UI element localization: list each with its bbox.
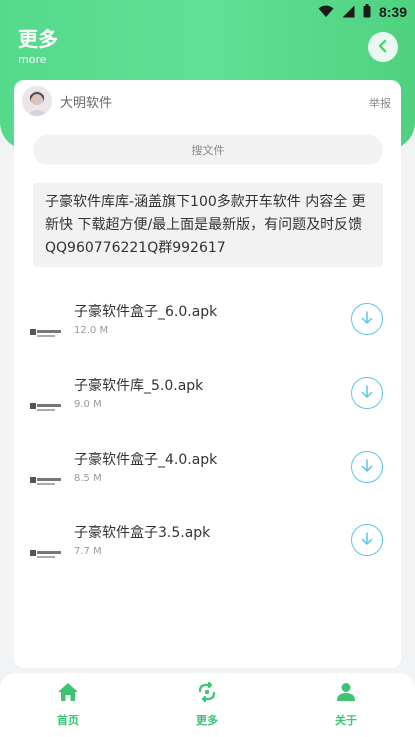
file-share-card: 大明软件 举报 搜文件 子豪软件库库-涵盖旗下100多款开车软件 内容全 更新快… [14,80,401,668]
nav-item-more[interactable]: 更多 [167,681,247,730]
header: 更多 more [18,28,58,67]
file-name: 子豪软件盒子3.5.apk [74,525,211,541]
description-text: 子豪软件库库-涵盖旗下100多款开车软件 内容全 更新快 下载超方便/最上面是最… [33,183,383,267]
report-link[interactable]: 举报 [369,95,391,111]
nav-label-home: 首页 [57,714,79,727]
download-icon [360,458,374,477]
download-icon [360,310,374,329]
file-name: 子豪软件盒子_4.0.apk [74,452,218,468]
list-item[interactable]: 子豪软件盒子_6.0.apk 12.0 M [14,302,401,362]
battery-icon [363,3,371,22]
nav-item-about[interactable]: 关于 [306,682,386,730]
apk-thumbnail [30,325,64,337]
apk-thumbnail [30,473,64,485]
download-button[interactable] [351,303,383,335]
download-icon [360,531,374,550]
user-icon [336,682,356,706]
file-size: 7.7 M [74,546,102,557]
file-size: 12.0 M [74,325,109,336]
nav-label-about: 关于 [335,714,357,727]
list-item[interactable]: 子豪软件盒子3.5.apk 7.7 M [14,523,401,583]
uploader-row: 大明软件 举报 [14,80,401,122]
download-icon [360,384,374,403]
search-placeholder: 搜文件 [191,144,225,157]
status-time: 8:39 [378,4,407,20]
nav-label-more: 更多 [196,714,218,727]
list-item[interactable]: 子豪软件盒子_4.0.apk 8.5 M [14,450,401,510]
bottom-nav: 首页 更多 关于 [0,673,415,737]
uploader-name[interactable]: 大明软件 [60,92,112,111]
file-size: 8.5 M [74,473,102,484]
chevron-left-icon [376,38,390,57]
back-button[interactable] [368,32,398,62]
file-size: 9.0 M [74,399,102,410]
search-button[interactable]: 搜文件 [33,135,383,165]
download-button[interactable] [351,524,383,556]
file-name: 子豪软件库_5.0.apk [74,378,204,394]
nav-item-home[interactable]: 首页 [28,682,108,730]
page-title: 更多 [18,27,58,51]
apk-thumbnail [30,399,64,411]
status-bar: 8:39 [0,0,415,24]
avatar[interactable] [22,86,52,116]
list-item[interactable]: 子豪软件库_5.0.apk 9.0 M [14,376,401,436]
download-button[interactable] [351,377,383,409]
file-name: 子豪软件盒子_6.0.apk [74,304,218,320]
page-subtitle: more [18,53,47,66]
home-icon [57,682,79,706]
signal-icon [342,3,355,22]
wifi-icon [318,3,334,22]
more-icon [196,681,218,706]
download-button[interactable] [351,451,383,483]
apk-thumbnail [30,546,64,558]
